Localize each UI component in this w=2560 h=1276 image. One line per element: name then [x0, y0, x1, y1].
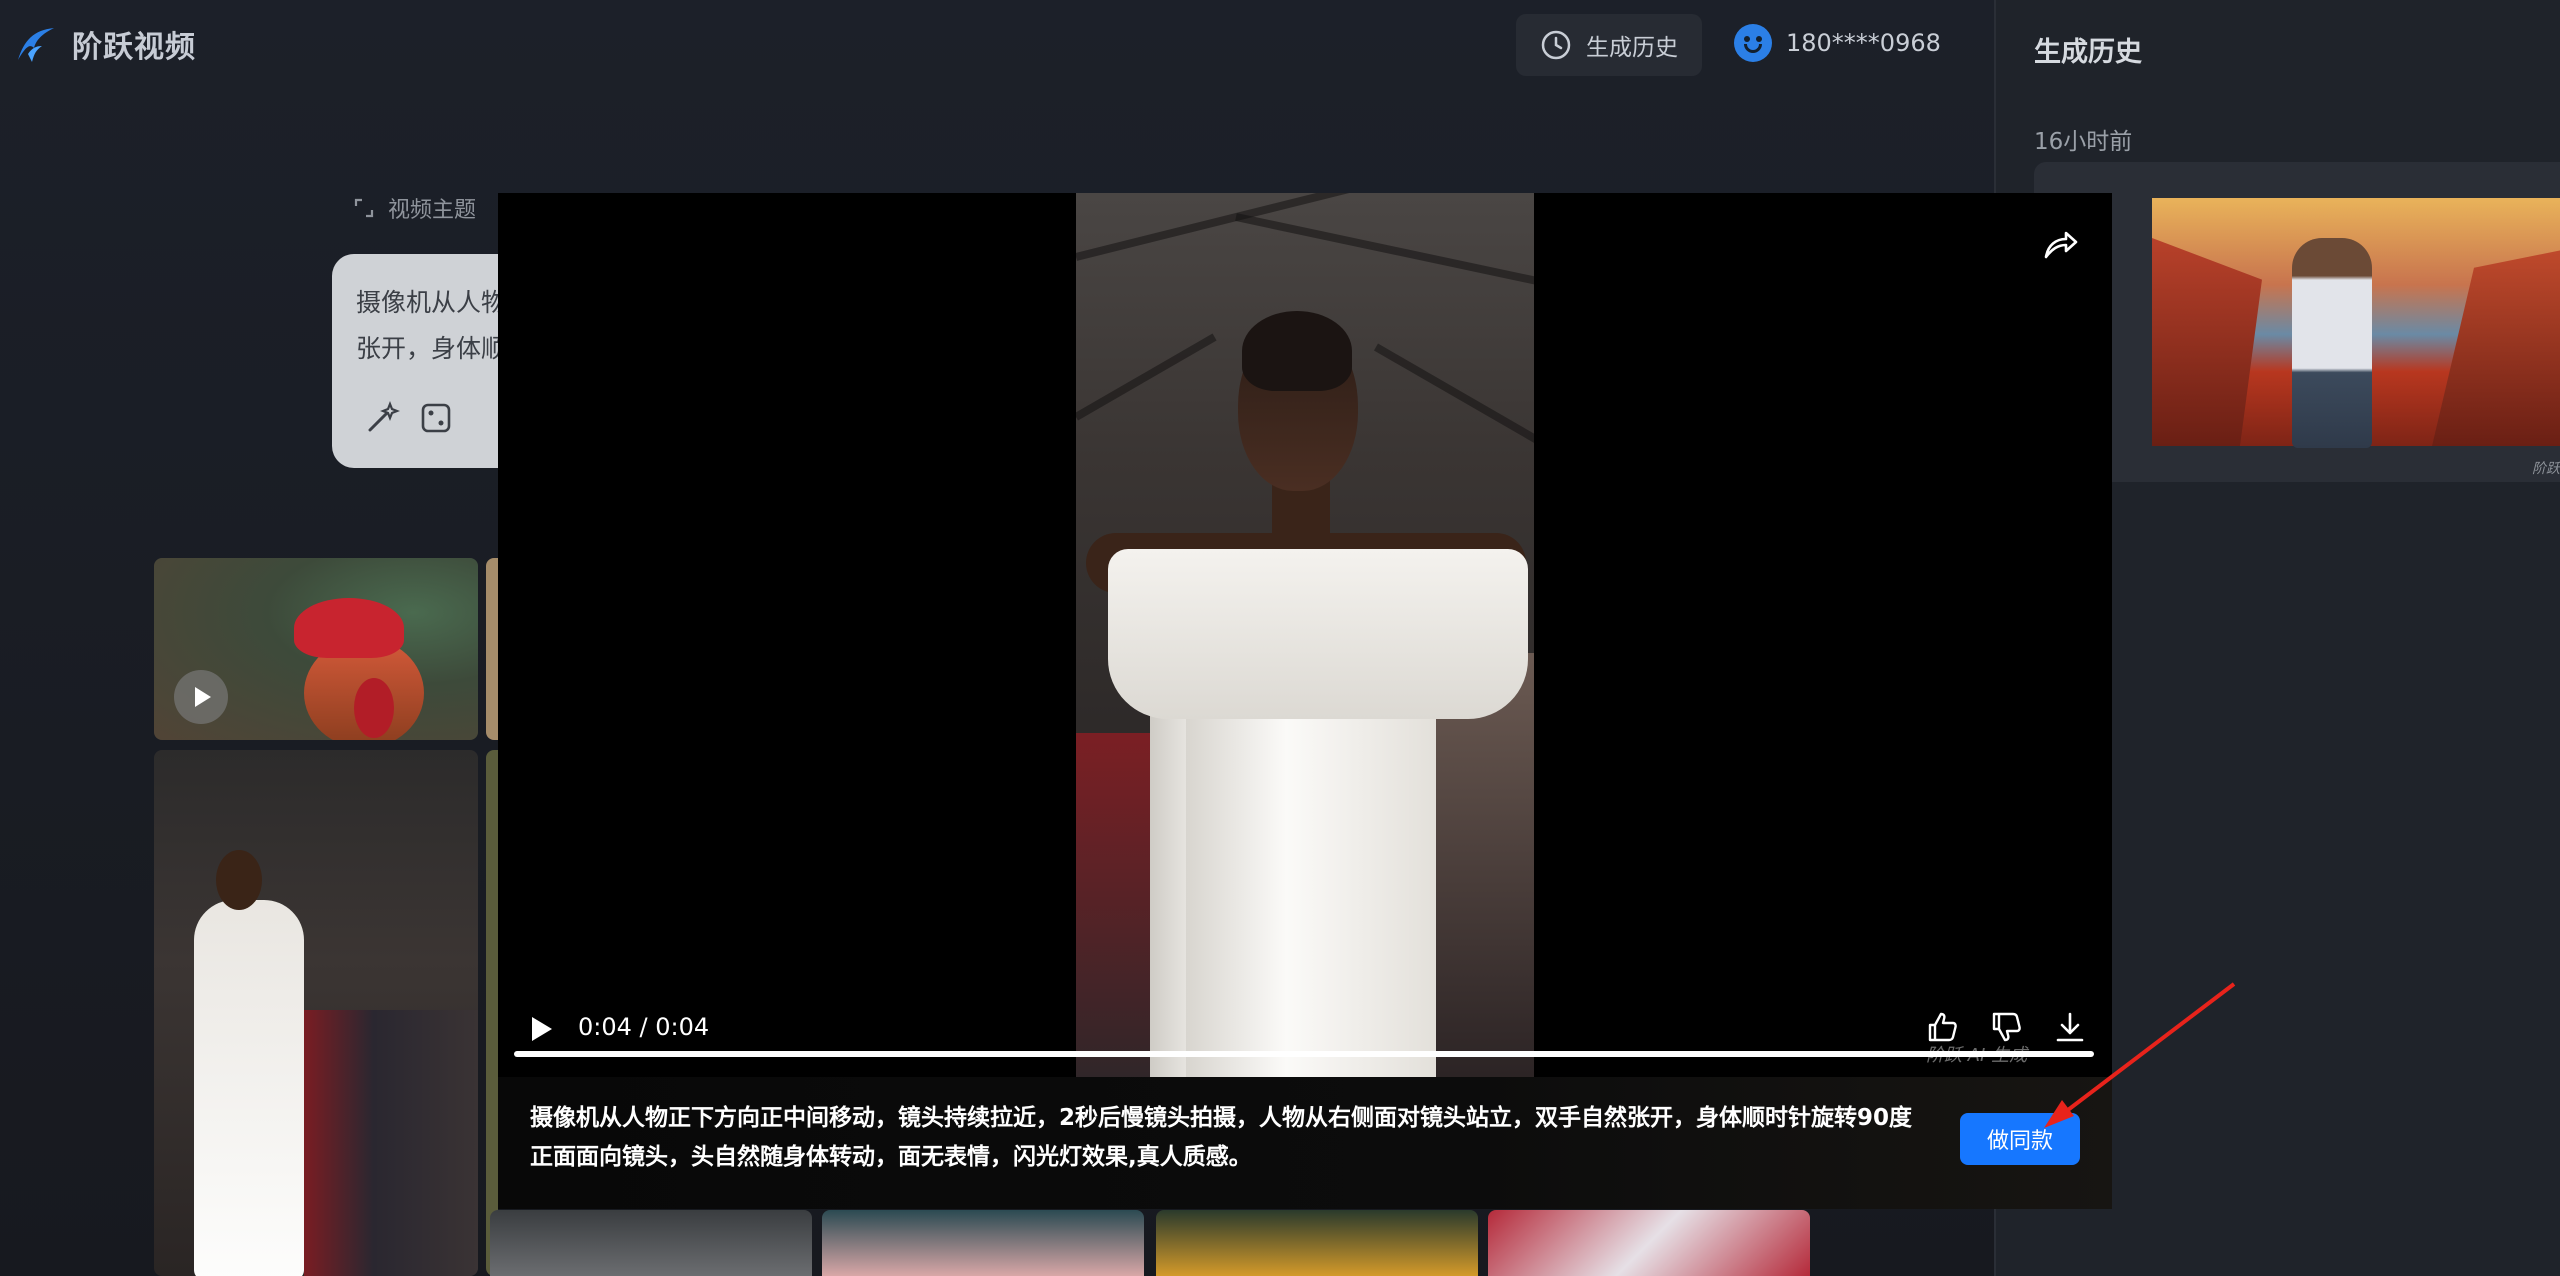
gallery-thumbnail[interactable]	[1156, 1210, 1478, 1276]
gallery-thumbnail-fashion[interactable]	[154, 750, 478, 1276]
dice-icon[interactable]	[418, 400, 454, 436]
play-icon[interactable]	[174, 670, 228, 724]
history-button-label: 生成历史	[1586, 35, 1678, 61]
make-same-button[interactable]: 做同款	[1960, 1113, 2080, 1165]
gallery-thumbnail[interactable]	[486, 750, 498, 1276]
logo-icon	[18, 28, 54, 62]
avatar-icon	[1734, 24, 1772, 62]
app-name: 阶跃视频	[72, 30, 196, 65]
gallery-thumbnail[interactable]	[1488, 1210, 1810, 1276]
gallery-thumbnail-rooster[interactable]	[154, 558, 478, 740]
video-player[interactable]	[1076, 193, 1534, 1077]
history-panel-title: 生成历史	[2034, 37, 2142, 68]
thumbs-down-icon[interactable]	[1988, 1009, 2024, 1045]
caption-bar: 摄像机从人物正下方向正中间移动，镜头持续拉近，2秒后慢镜头拍摄，人物从右侧面对镜…	[498, 1077, 2112, 1209]
gallery-thumbnail[interactable]	[490, 1210, 812, 1276]
video-topic-text: 视频主题	[388, 198, 477, 223]
play-icon[interactable]	[530, 1013, 558, 1045]
expand-icon	[354, 198, 374, 218]
app-logo[interactable]: 阶跃视频	[14, 22, 196, 66]
history-card[interactable]	[2034, 162, 2560, 482]
video-controls: 0:04 / 0:04	[498, 983, 2112, 1079]
clock-icon	[1541, 30, 1571, 60]
video-prompt-caption: 摄像机从人物正下方向正中间移动，镜头持续拉近，2秒后慢镜头拍摄，人物从右侧面对镜…	[530, 1105, 1913, 1170]
gallery-thumbnail[interactable]	[486, 558, 498, 740]
user-phone: 180****0968	[1786, 29, 1941, 57]
history-button[interactable]: 生成历史	[1516, 14, 1702, 76]
user-menu[interactable]: 180****0968	[1734, 24, 1941, 62]
video-time: 0:04 / 0:04	[578, 1013, 710, 1041]
history-group-time: 16小时前	[2034, 129, 2133, 155]
history-thumbnail[interactable]	[2152, 198, 2560, 448]
share-icon[interactable]	[2040, 223, 2080, 263]
video-preview-modal: 0:04 / 0:04 阶跃 AI 生成 摄像机从人物正下方向正中间移动，镜头持…	[498, 193, 2112, 1209]
video-topic-label[interactable]: 视频主题	[352, 192, 476, 224]
thumbs-up-icon[interactable]	[1924, 1009, 1960, 1045]
download-icon[interactable]	[2052, 1009, 2088, 1045]
history-watermark: 阶跃	[2532, 461, 2560, 477]
video-progress-bar[interactable]	[514, 1051, 2094, 1057]
magic-wand-icon[interactable]	[364, 400, 400, 436]
gallery-thumbnail[interactable]	[822, 1210, 1144, 1276]
